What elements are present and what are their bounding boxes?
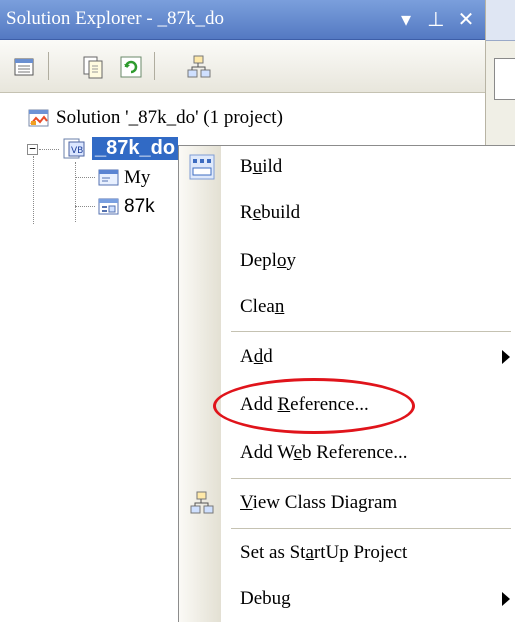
- pin-icon[interactable]: ⊥: [424, 6, 448, 32]
- project-label: _87k_do: [92, 136, 179, 160]
- tree-line: [75, 206, 95, 207]
- close-icon[interactable]: ✕: [454, 6, 478, 32]
- solution-label: Solution '_87k_do' (1 project): [56, 107, 283, 128]
- window-title: Solution Explorer - _87k_do: [6, 8, 224, 29]
- menu-separator: [231, 478, 511, 479]
- my-project-icon: [98, 169, 119, 186]
- menu-label: Build: [240, 156, 283, 177]
- properties-icon[interactable]: [12, 54, 38, 80]
- build-icon: [189, 154, 215, 180]
- tree-line: [75, 162, 76, 222]
- menu-label: Add Reference...: [240, 394, 369, 415]
- tree-item-project[interactable]: VB _87k_do: [62, 134, 179, 162]
- menu-separator: [231, 331, 511, 332]
- menu-item-deploy[interactable]: Deploy: [179, 242, 515, 282]
- vb-project-icon: VB: [63, 138, 85, 159]
- adjacent-tab: [486, 0, 515, 41]
- refresh-icon[interactable]: [118, 54, 144, 80]
- tree-item-form[interactable]: 87k: [98, 193, 155, 221]
- tree-item-solution[interactable]: Solution '_87k_do' (1 project): [28, 104, 283, 132]
- menu-item-rebuild[interactable]: Rebuild: [179, 194, 515, 234]
- form-file-icon: [98, 198, 119, 215]
- submenu-arrow-icon: [502, 350, 510, 364]
- menu-item-add-reference[interactable]: Add Reference...: [179, 386, 515, 426]
- show-all-files-icon[interactable]: [80, 54, 106, 80]
- svg-text:VB: VB: [71, 146, 83, 156]
- toolbar: [0, 40, 485, 93]
- menu-label: Add: [240, 346, 273, 367]
- toolbar-separator: [48, 52, 49, 80]
- menu-label: Deploy: [240, 250, 296, 271]
- menu-label: Clean: [240, 296, 285, 317]
- menu-item-set-startup[interactable]: Set as StartUp Project: [179, 534, 515, 574]
- dropdown-icon[interactable]: ▾: [394, 6, 418, 32]
- tree-line: [33, 156, 34, 224]
- context-menu: Build Rebuild Deploy Clean Add Add Refer…: [178, 145, 515, 622]
- collapse-toggle[interactable]: −: [27, 143, 38, 155]
- menu-label: Add Web Reference...: [240, 442, 408, 463]
- solution-icon: [28, 109, 49, 127]
- submenu-arrow-icon: [502, 592, 510, 606]
- menu-label: Rebuild: [240, 202, 301, 223]
- menu-item-add-web-reference[interactable]: Add Web Reference...: [179, 434, 515, 474]
- solution-explorer-panel: Solution Explorer - _87k_do ▾ ⊥ ✕ Soluti…: [0, 0, 515, 622]
- menu-label: Debug: [240, 588, 291, 609]
- class-diagram-icon: [189, 490, 215, 516]
- title-bar[interactable]: Solution Explorer - _87k_do ▾ ⊥ ✕: [0, 0, 485, 40]
- menu-label: View Class Diagram: [240, 492, 398, 513]
- tree-item-label: 87k: [124, 196, 155, 217]
- menu-label: Set as StartUp Project: [240, 542, 408, 563]
- toolbar-separator: [154, 52, 155, 80]
- menu-item-view-class-diagram[interactable]: View Class Diagram: [179, 484, 515, 524]
- menu-item-debug[interactable]: Debug: [179, 580, 515, 620]
- tree-item-label: My: [124, 167, 151, 188]
- adjacent-frame: [494, 58, 515, 100]
- menu-item-build[interactable]: Build: [179, 148, 515, 188]
- menu-separator: [231, 528, 511, 529]
- tree-line: [39, 149, 59, 150]
- tree-line: [75, 177, 95, 178]
- class-diagram-icon[interactable]: [186, 54, 212, 80]
- tree-item-my-project[interactable]: My: [98, 164, 150, 192]
- menu-item-add[interactable]: Add: [179, 338, 515, 378]
- menu-item-clean[interactable]: Clean: [179, 288, 515, 328]
